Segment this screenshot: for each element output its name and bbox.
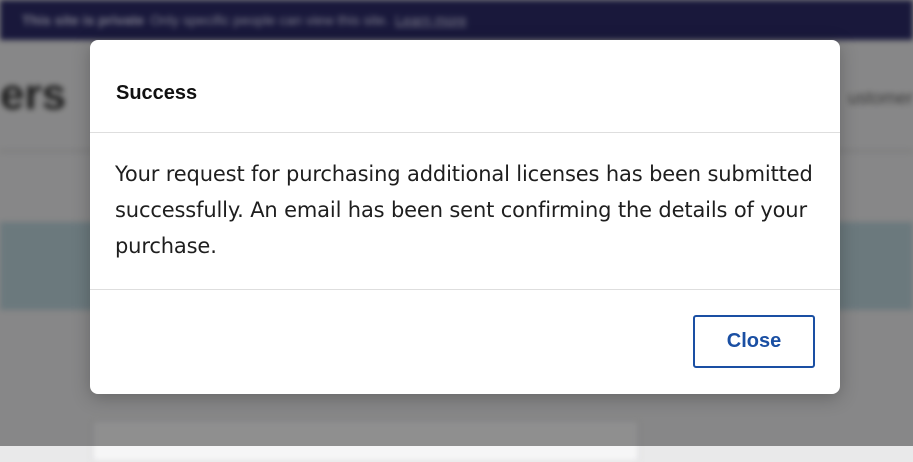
dialog-body: Your request for purchasing additional l…	[90, 133, 840, 290]
dialog-title: Success	[116, 82, 198, 104]
dialog-footer: Close	[90, 290, 840, 393]
dialog-message: Your request for purchasing additional l…	[115, 162, 813, 258]
close-button[interactable]: Close	[693, 315, 815, 368]
success-dialog: Success Your request for purchasing addi…	[90, 40, 840, 394]
dialog-header: Success	[90, 40, 840, 133]
